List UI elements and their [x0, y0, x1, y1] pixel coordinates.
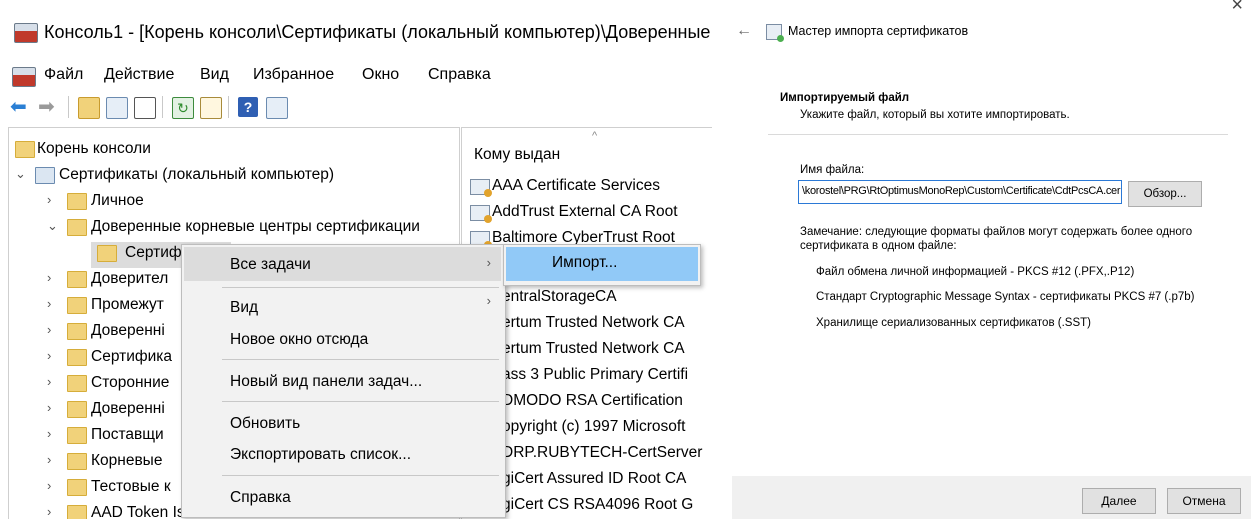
context-menu: Все задачи › Вид › Новое окно отсюда Нов… [181, 244, 506, 518]
folder-icon [67, 219, 87, 236]
menu-view[interactable]: Вид [200, 66, 229, 84]
toolbar: ⬅ ➡ ↻ ? [0, 94, 712, 122]
certificate-icon [470, 179, 492, 197]
folder-icon [15, 141, 35, 158]
format-sst: Хранилище сериализованных сертификатов (… [816, 317, 1091, 329]
title-bar: Консоль1 - [Корень консоли\Сертификаты (… [0, 14, 712, 54]
window-title: Консоль1 - [Корень консоли\Сертификаты (… [44, 22, 711, 42]
file-name-input[interactable]: \korostel\PRG\RtOptimusMonoRep\Custom\Ce… [798, 180, 1122, 204]
menu-item-import[interactable]: Импорт... [552, 254, 617, 272]
folder-icon [67, 193, 87, 210]
folder-icon [67, 375, 87, 392]
back-icon[interactable]: ⬅ [10, 97, 30, 117]
folder-icon [67, 427, 87, 444]
column-header-issued-to[interactable]: Кому выдан [474, 146, 560, 164]
file-name-value: \korostel\PRG\RtOptimusMonoRep\Custom\Ce… [802, 185, 1121, 197]
folder-icon [67, 453, 87, 470]
folder-icon [67, 297, 87, 314]
next-button[interactable]: Далее [1082, 488, 1156, 514]
browse-button[interactable]: Обзор... [1128, 181, 1202, 207]
chevron-right-icon: › [486, 293, 491, 308]
menu-item-export-list[interactable]: Экспортировать список... [230, 446, 411, 464]
format-p7b: Стандарт Cryptographic Message Syntax - … [816, 291, 1195, 303]
menu-file[interactable]: Файл [44, 66, 83, 84]
chevron-right-icon[interactable]: › [47, 426, 61, 441]
chevron-right-icon[interactable]: › [47, 348, 61, 363]
menu-item-refresh[interactable]: Обновить [230, 415, 300, 433]
menu-separator [222, 475, 499, 476]
chevron-right-icon[interactable]: › [47, 478, 61, 493]
folder-icon [67, 505, 87, 519]
close-icon[interactable]: × [1231, 0, 1243, 17]
system-menu-icon[interactable] [12, 67, 36, 87]
show-hide-tree-icon[interactable] [106, 97, 128, 119]
folder-icon [67, 323, 87, 340]
chevron-right-icon[interactable]: › [47, 192, 61, 207]
menu-help[interactable]: Справка [428, 66, 491, 84]
forward-icon[interactable]: ➡ [38, 97, 58, 117]
menu-window[interactable]: Окно [362, 66, 399, 84]
mmc-app-icon [14, 23, 38, 43]
chevron-right-icon[interactable]: › [47, 504, 61, 519]
menu-separator [222, 401, 499, 402]
menu-item-view[interactable]: Вид [230, 299, 258, 317]
chevron-down-icon[interactable]: ⌄ [15, 166, 29, 182]
chevron-right-icon[interactable]: › [47, 452, 61, 467]
show-hide-action-pane-icon[interactable] [266, 97, 288, 119]
menu-separator [222, 287, 499, 288]
chevron-right-icon[interactable]: › [47, 270, 61, 285]
menu-item-new-taskpad[interactable]: Новый вид панели задач... [230, 373, 422, 391]
chevron-right-icon[interactable]: › [47, 374, 61, 389]
file-name-label: Имя файла: [800, 164, 865, 176]
format-pfx: Файл обмена личной информацией - PKCS #1… [816, 266, 1135, 278]
chevron-right-icon[interactable]: › [47, 322, 61, 337]
folder-icon [67, 349, 87, 366]
refresh-icon[interactable]: ↻ [172, 97, 194, 119]
menu-bar: Файл Действие Вид Избранное Окно Справка [0, 62, 712, 92]
up-folder-icon[interactable] [78, 97, 100, 119]
folder-icon [97, 245, 117, 262]
menu-item-new-window[interactable]: Новое окно отсюда [230, 331, 368, 349]
chevron-right-icon: › [486, 255, 491, 270]
chevron-right-icon[interactable]: › [47, 400, 61, 415]
help-icon[interactable]: ? [238, 97, 258, 117]
export-list-icon[interactable] [200, 97, 222, 119]
divider [768, 134, 1228, 135]
menu-item-help[interactable]: Справка [230, 489, 291, 507]
folder-icon [67, 479, 87, 496]
folder-icon [67, 271, 87, 288]
menu-action[interactable]: Действие [104, 66, 174, 84]
back-arrow-icon[interactable]: ← [736, 22, 752, 40]
toolbar-separator [228, 96, 229, 118]
properties-icon[interactable] [134, 97, 156, 119]
toolbar-separator [68, 96, 69, 118]
submenu-all-tasks: Импорт... [503, 244, 701, 286]
section-title: Импортируемый файл [780, 92, 910, 104]
wizard-title: Мастер импорта сертификатов [788, 24, 969, 38]
mmc-window: Консоль1 - [Корень консоли\Сертификаты (… [0, 0, 712, 519]
section-subtitle: Укажите файл, который вы хотите импортир… [800, 109, 1070, 121]
import-wizard-window: × ← Мастер импорта сертификатов Импортир… [724, 0, 1251, 519]
menu-favorites[interactable]: Избранное [253, 66, 334, 84]
folder-icon [67, 401, 87, 418]
certificates-snapin-icon [35, 167, 55, 184]
sort-arrow-icon: ^ [592, 130, 598, 142]
chevron-right-icon[interactable]: › [47, 296, 61, 311]
menu-item-all-tasks[interactable]: Все задачи [230, 256, 311, 274]
certificate-icon [470, 205, 492, 223]
formats-note: Замечание: следующие форматы файлов могу… [800, 226, 1193, 252]
cancel-button[interactable]: Отмена [1167, 488, 1241, 514]
menu-separator [222, 359, 499, 360]
chevron-down-icon[interactable]: ⌄ [47, 218, 61, 234]
certificate-wizard-icon [766, 24, 784, 42]
toolbar-separator [162, 96, 163, 118]
